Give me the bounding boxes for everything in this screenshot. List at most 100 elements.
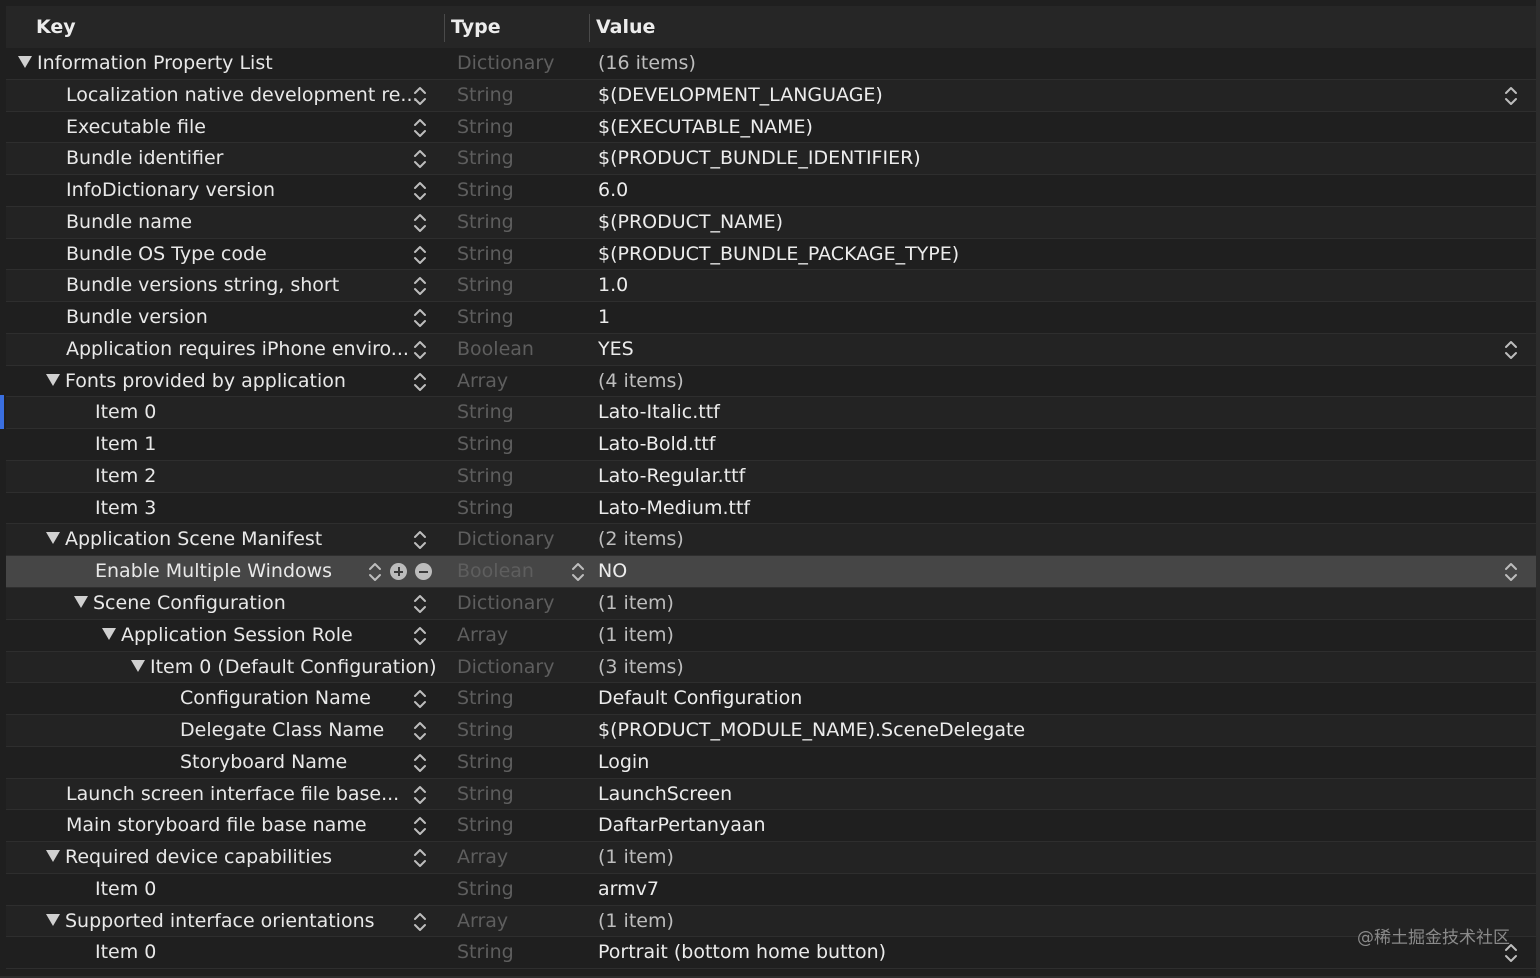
row-type[interactable]: String bbox=[457, 429, 514, 460]
disclosure-triangle-icon[interactable] bbox=[46, 913, 60, 926]
key-popup-stepper-icon[interactable] bbox=[413, 276, 427, 296]
row-key[interactable]: Bundle version bbox=[66, 302, 208, 333]
key-popup-stepper-icon[interactable] bbox=[413, 594, 427, 614]
plist-row[interactable]: Application Scene Manifest Dictionary (2 i… bbox=[6, 524, 1536, 557]
key-popup-stepper-icon[interactable] bbox=[413, 530, 427, 550]
key-popup-stepper-icon[interactable] bbox=[413, 689, 427, 709]
row-type[interactable]: String bbox=[457, 874, 514, 905]
plist-row[interactable]: Item 0 String Portrait (bottom home button… bbox=[6, 937, 1536, 970]
row-type[interactable]: String bbox=[457, 937, 514, 968]
plist-row[interactable]: Bundle version String 1 bbox=[6, 302, 1536, 334]
key-popup-stepper-icon[interactable] bbox=[413, 149, 427, 169]
key-popup-stepper-icon[interactable] bbox=[413, 721, 427, 741]
type-column-header[interactable]: Type bbox=[451, 6, 501, 48]
disclosure-triangle-icon[interactable] bbox=[46, 532, 60, 545]
row-key[interactable]: Bundle versions string, short bbox=[66, 270, 339, 301]
row-value[interactable]: 1 bbox=[598, 302, 610, 333]
plist-row[interactable]: Launch screen interface file base... Stri… bbox=[6, 778, 1536, 811]
row-key[interactable]: Application requires iPhone enviro... bbox=[66, 334, 409, 365]
row-type[interactable]: String bbox=[457, 715, 514, 746]
row-key[interactable]: Bundle OS Type code bbox=[66, 239, 267, 270]
plist-row[interactable]: Storyboard Name String Login bbox=[6, 746, 1536, 779]
disclosure-triangle-icon[interactable] bbox=[131, 659, 145, 672]
row-type[interactable]: String bbox=[457, 747, 514, 778]
row-value[interactable]: Default Configuration bbox=[598, 683, 802, 714]
row-type[interactable]: String bbox=[457, 683, 514, 714]
row-key[interactable]: Delegate Class Name bbox=[180, 715, 384, 746]
row-value[interactable]: Lato-Regular.ttf bbox=[598, 461, 745, 492]
row-value[interactable]: $(DEVELOPMENT_LANGUAGE) bbox=[598, 80, 883, 111]
row-value[interactable]: 1.0 bbox=[598, 270, 628, 301]
plist-row[interactable]: Configuration Name String Default Configur… bbox=[6, 683, 1536, 716]
row-key[interactable]: Main storyboard file base name bbox=[66, 810, 367, 841]
row-type[interactable]: String bbox=[457, 112, 514, 143]
row-type[interactable]: Dictionary bbox=[457, 588, 554, 619]
row-value[interactable]: (16 items) bbox=[598, 48, 696, 79]
value-popup-stepper-icon[interactable] bbox=[1504, 562, 1518, 582]
row-type[interactable]: Array bbox=[457, 366, 508, 397]
key-column-header[interactable]: Key bbox=[36, 6, 76, 48]
row-type[interactable]: Boolean bbox=[457, 334, 534, 365]
row-value[interactable]: (1 item) bbox=[598, 842, 674, 873]
row-key[interactable]: Application Scene Manifest bbox=[46, 524, 322, 555]
row-value[interactable]: (1 item) bbox=[598, 620, 674, 651]
row-key[interactable]: Item 2 bbox=[95, 461, 156, 492]
row-key[interactable]: Bundle identifier bbox=[66, 143, 223, 174]
plist-row[interactable]: Application Session Role Array (1 item) bbox=[6, 619, 1536, 652]
key-popup-stepper-icon[interactable] bbox=[413, 340, 427, 360]
row-type[interactable]: Array bbox=[457, 906, 508, 937]
row-value[interactable]: LaunchScreen bbox=[598, 779, 732, 810]
plist-row[interactable]: InfoDictionary version String 6.0 bbox=[6, 175, 1536, 207]
row-key[interactable]: Launch screen interface file base... bbox=[66, 779, 399, 810]
row-value[interactable]: $(PRODUCT_MODULE_NAME).SceneDelegate bbox=[598, 715, 1025, 746]
plist-row[interactable]: Required device capabilities Array (1 item… bbox=[6, 842, 1536, 874]
row-value[interactable]: $(PRODUCT_BUNDLE_PACKAGE_TYPE) bbox=[598, 239, 959, 270]
plist-row[interactable]: Bundle identifier String $(PRODUCT_BUNDLE_… bbox=[6, 143, 1536, 176]
key-popup-stepper-icon[interactable] bbox=[413, 785, 427, 805]
row-type[interactable]: String bbox=[457, 270, 514, 301]
plist-row[interactable]: Application requires iPhone enviro... Boo… bbox=[6, 333, 1536, 366]
row-key[interactable]: Localization native development re... bbox=[66, 80, 419, 111]
value-popup-stepper-icon[interactable] bbox=[1504, 340, 1518, 360]
plist-row[interactable]: Bundle name String $(PRODUCT_NAME) bbox=[6, 206, 1536, 239]
row-type[interactable]: Array bbox=[457, 620, 508, 651]
type-popup-stepper-icon[interactable] bbox=[571, 562, 585, 582]
row-key[interactable]: Enable Multiple Windows bbox=[95, 556, 332, 587]
plist-row[interactable]: Localization native development re... Str… bbox=[6, 79, 1536, 112]
key-popup-stepper-icon[interactable] bbox=[413, 118, 427, 138]
add-row-button[interactable] bbox=[390, 563, 407, 581]
row-key[interactable]: Item 0 (Default Configuration) bbox=[131, 652, 437, 683]
plist-row[interactable]: Bundle OS Type code String $(PRODUCT_BUNDL… bbox=[6, 238, 1536, 271]
plist-row[interactable]: Item 3 String Lato-Medium.ttf bbox=[6, 492, 1536, 525]
row-value[interactable]: 6.0 bbox=[598, 175, 628, 206]
row-value[interactable]: Login bbox=[598, 747, 649, 778]
row-type[interactable]: Array bbox=[457, 842, 508, 873]
row-value[interactable]: armv7 bbox=[598, 874, 659, 905]
row-value[interactable]: Portrait (bottom home button) bbox=[598, 937, 886, 968]
row-value[interactable]: YES bbox=[598, 334, 634, 365]
row-key[interactable]: Bundle name bbox=[66, 207, 192, 238]
row-type[interactable]: String bbox=[457, 810, 514, 841]
row-value[interactable]: (3 items) bbox=[598, 652, 684, 683]
row-type[interactable]: String bbox=[457, 461, 514, 492]
plist-row[interactable]: Bundle versions string, short String 1.0 bbox=[6, 270, 1536, 303]
plist-row[interactable]: Item 2 String Lato-Regular.ttf bbox=[6, 460, 1536, 493]
row-value[interactable]: $(PRODUCT_BUNDLE_IDENTIFIER) bbox=[598, 143, 921, 174]
key-popup-stepper-icon[interactable] bbox=[413, 245, 427, 265]
plist-row[interactable]: Scene Configuration Dictionary (1 item) bbox=[6, 588, 1536, 620]
key-popup-stepper-icon[interactable] bbox=[413, 86, 427, 106]
key-popup-stepper-icon[interactable] bbox=[413, 308, 427, 328]
disclosure-triangle-icon[interactable] bbox=[102, 627, 116, 640]
row-value[interactable]: Lato-Bold.ttf bbox=[598, 429, 715, 460]
row-key[interactable]: Required device capabilities bbox=[46, 842, 332, 873]
row-type[interactable]: Boolean bbox=[457, 556, 534, 587]
row-type[interactable]: Dictionary bbox=[457, 524, 554, 555]
row-type[interactable]: String bbox=[457, 302, 514, 333]
row-value[interactable]: (1 item) bbox=[598, 588, 674, 619]
key-popup-stepper-icon[interactable] bbox=[413, 626, 427, 646]
key-popup-stepper-icon[interactable] bbox=[413, 372, 427, 392]
row-value[interactable]: DaftarPertanyaan bbox=[598, 810, 766, 841]
key-popup-stepper-icon[interactable] bbox=[413, 213, 427, 233]
row-key[interactable]: Item 0 bbox=[95, 397, 156, 428]
key-popup-stepper-icon[interactable] bbox=[413, 181, 427, 201]
